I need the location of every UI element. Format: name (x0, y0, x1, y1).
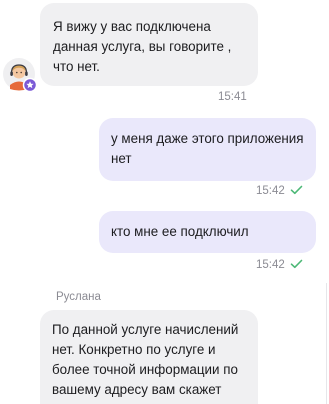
chat-thread: Я вижу у вас подключена данная услуга, в… (0, 0, 329, 404)
sender-name: Руслана (56, 291, 101, 303)
scrollbar-track[interactable] (326, 283, 327, 404)
support-agent-avatar[interactable] (3, 58, 37, 92)
message-time: 15:42 (256, 185, 285, 197)
message-text: По данной услуге начислений нет. Конкрет… (52, 322, 239, 397)
check-icon (290, 259, 303, 269)
star-badge-icon (22, 77, 37, 92)
incoming-message-bubble: Я вижу у вас подключена данная услуга, в… (40, 3, 258, 86)
outgoing-message-bubble: у меня даже этого приложения нет (99, 118, 316, 181)
message-text: Я вижу у вас подключена данная услуга, в… (53, 19, 232, 74)
message-time: 15:41 (218, 91, 247, 103)
message-text: у меня даже этого приложения нет (111, 131, 304, 166)
message-text: кто мне ее подключил (111, 224, 249, 239)
incoming-message-bubble: По данной услуге начислений нет. Конкрет… (40, 310, 258, 404)
outgoing-message-bubble: кто мне ее подключил (99, 211, 316, 253)
message-time: 15:42 (256, 259, 285, 271)
check-icon (290, 185, 303, 195)
